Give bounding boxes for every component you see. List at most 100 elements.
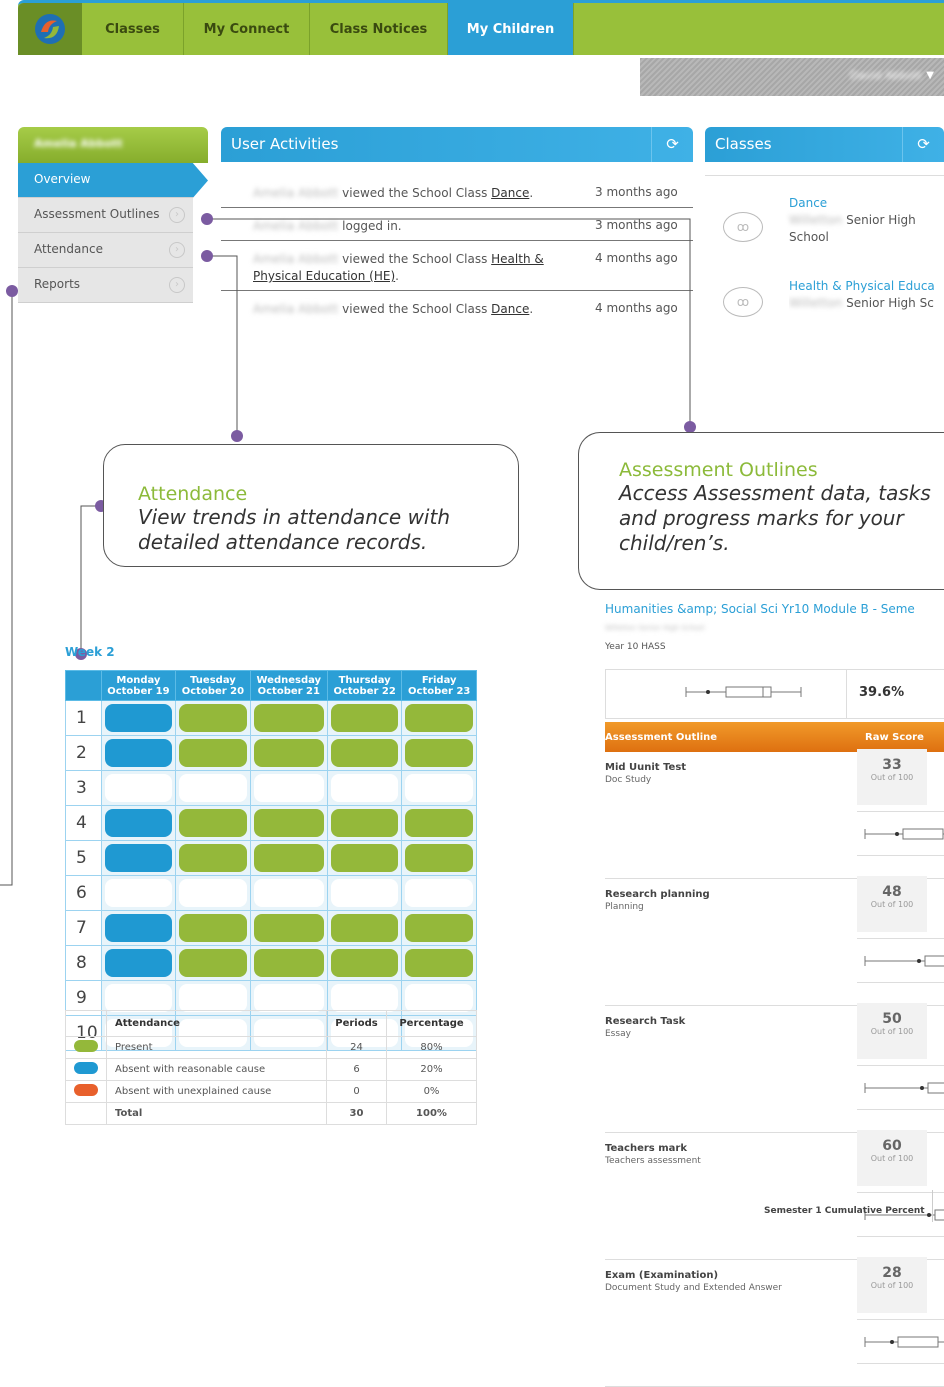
attendance-cell	[249, 770, 328, 806]
attendance-cell	[326, 735, 403, 771]
course-year: Year 10 HASS	[605, 642, 666, 652]
callout-description: Access Assessment data, tasks and progre…	[619, 481, 931, 555]
attendance-cell	[175, 945, 251, 981]
present-marker	[405, 704, 473, 732]
raw-score: 50	[882, 1011, 902, 1027]
empty-marker	[330, 984, 399, 1012]
assessment-row: Research Task Essay 50 Out of 100	[605, 1003, 944, 1133]
attendance-cell	[100, 875, 177, 911]
assessment-type: Document Study and Extended Answer	[605, 1283, 782, 1293]
present-marker	[405, 844, 473, 872]
present-marker	[330, 949, 399, 977]
attendance-cell	[175, 840, 251, 876]
absent-reasonable-marker	[104, 844, 173, 872]
period-row: 6	[65, 875, 477, 911]
day-header: Tuesday October 20	[175, 670, 251, 701]
attendance-cell	[401, 700, 477, 736]
present-marker	[179, 844, 247, 872]
present-marker	[405, 739, 473, 767]
score-boxplot-cell	[857, 811, 944, 856]
empty-marker	[405, 774, 473, 802]
empty-marker	[104, 774, 173, 802]
assessment-name[interactable]: Teachers mark	[605, 1143, 687, 1154]
empty-marker	[104, 984, 173, 1012]
attendance-cell	[249, 840, 328, 876]
attendance-summary: Attendance Periods Percentage Present 24 80%…	[65, 1010, 477, 1125]
overall-percentage: 39.6%	[846, 670, 944, 718]
assessment-row: Teachers mark Teachers assessment 60 Out of…	[605, 1130, 944, 1260]
swatch-cell	[65, 1036, 107, 1059]
period-number: 1	[65, 700, 102, 736]
attendance-cell	[249, 735, 328, 771]
cumulative-label: Semester 1 Cumulative Percent	[764, 1206, 925, 1216]
attendance-cell	[249, 700, 328, 736]
present-marker	[253, 704, 324, 732]
course-title-link[interactable]: Humanities &amp; Social Sci Yr10 Module …	[605, 602, 944, 616]
absent-reasonable-marker	[104, 914, 173, 942]
period-row: 5	[65, 840, 477, 876]
attendance-cell	[401, 770, 477, 806]
summary-label: Total	[106, 1102, 327, 1125]
assessment-name[interactable]: Mid Uunit Test	[605, 762, 686, 773]
empty-marker	[253, 879, 324, 907]
present-marker	[253, 809, 324, 837]
period-row: 3	[65, 770, 477, 806]
present-marker	[253, 844, 324, 872]
assessment-name[interactable]: Research Task	[605, 1016, 685, 1027]
empty-marker	[330, 879, 399, 907]
present-marker	[405, 949, 473, 977]
attendance-cell	[175, 735, 251, 771]
legend-swatch	[74, 1062, 98, 1074]
attendance-cell	[401, 910, 477, 946]
assessment-name[interactable]: Exam (Examination)	[605, 1270, 718, 1281]
attendance-cell	[100, 945, 177, 981]
attendance-cell	[175, 700, 251, 736]
score-boxplot	[864, 1082, 944, 1094]
course-school: Willetton Senior High School	[605, 624, 705, 632]
period-row: 2	[65, 735, 477, 771]
col-assessment-outline: Assessment Outline	[605, 732, 718, 743]
present-marker	[253, 949, 324, 977]
raw-score-out-of: Out of 100	[870, 1154, 914, 1163]
score-boxplot	[864, 828, 944, 840]
present-marker	[179, 914, 247, 942]
empty-marker	[253, 984, 324, 1012]
present-marker	[179, 704, 247, 732]
raw-score-out-of: Out of 100	[870, 773, 914, 782]
summary-label: Absent with unexplained cause	[106, 1080, 327, 1103]
attendance-cell	[100, 910, 177, 946]
assessment-callout: Assessment Outlines Access Assessment da…	[578, 432, 944, 590]
legend-swatch	[74, 1084, 98, 1096]
absent-reasonable-marker	[104, 809, 173, 837]
empty-marker	[330, 774, 399, 802]
summary-percentage: 100%	[386, 1102, 477, 1125]
attendance-cell	[326, 910, 403, 946]
period-number: 5	[65, 840, 102, 876]
col-raw-score: Raw Score	[865, 732, 924, 743]
present-marker	[253, 914, 324, 942]
assessment-row: Research planning Planning 48 Out of 100	[605, 876, 944, 1006]
score-boxplot-cell	[857, 938, 944, 983]
raw-score-out-of: Out of 100	[870, 1281, 914, 1290]
score-boxplot-cell	[857, 1319, 944, 1364]
raw-score-out-of: Out of 100	[870, 1027, 914, 1036]
assessment-name[interactable]: Research planning	[605, 889, 710, 900]
assessment-row: Mid Uunit Test Doc Study 33 Out of 100	[605, 749, 944, 879]
period-number: 7	[65, 910, 102, 946]
attendance-cell	[326, 875, 403, 911]
absent-reasonable-marker	[104, 949, 173, 977]
corner-cell	[65, 670, 102, 701]
empty-marker	[179, 879, 247, 907]
score-boxplot	[864, 955, 944, 967]
swatch-cell	[65, 1102, 107, 1125]
attendance-cell	[326, 805, 403, 841]
present-marker	[330, 844, 399, 872]
summary-row: Present 24 80%	[65, 1036, 477, 1059]
score-boxplot-cell	[857, 1065, 944, 1110]
assessment-type: Planning	[605, 902, 644, 912]
summary-header: Attendance	[106, 1010, 327, 1037]
assessment-type: Doc Study	[605, 775, 652, 785]
present-marker	[405, 809, 473, 837]
day-header: Thursday October 22	[326, 670, 403, 701]
attendance-cell	[326, 945, 403, 981]
